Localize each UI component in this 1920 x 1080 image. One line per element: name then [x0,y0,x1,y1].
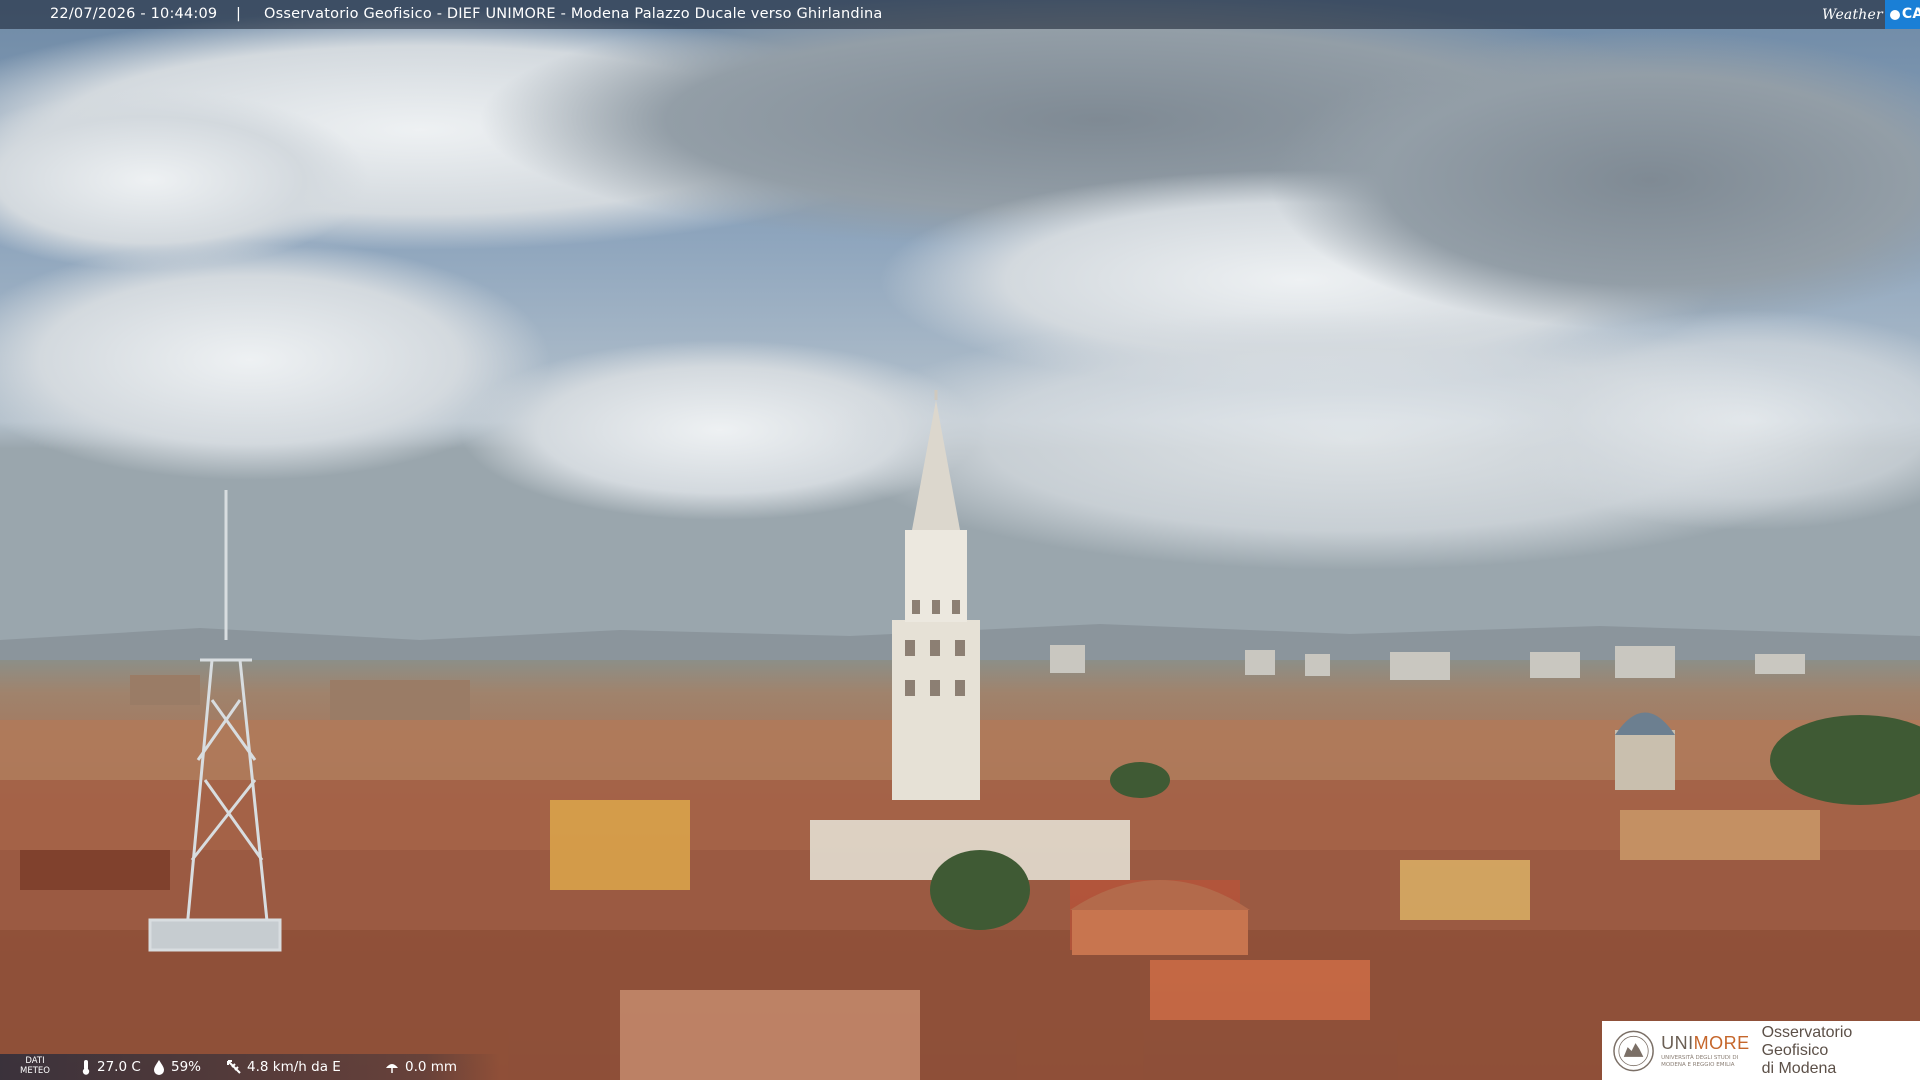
rain-icon [386,1064,398,1073]
wind-value: 4.8 km/h da E [247,1059,341,1075]
unimore-uni: UNI [1661,1033,1694,1053]
thermometer-icon [82,1060,90,1075]
unimore-logo-box: UNIMORE UNIVERSITÀ DEGLI STUDI DI MODENA… [1602,1021,1920,1080]
wind-reading: 4.8 km/h da E [226,1059,341,1075]
weathercam-logo: Weather CAM [1818,0,1920,29]
unimore-tagline-1: UNIVERSITÀ DEGLI STUDI DI [1661,1055,1739,1061]
weathercam-logo-weather: Weather [1822,6,1883,23]
university-seal-icon [1613,1030,1654,1071]
webcam-view [0,0,1920,1080]
meteo-label-line2: METEO [20,1066,50,1076]
header-separator: | [236,6,242,22]
meteo-bar: DATI METEO 27.0 C 59% 4.8 km/h da E 0.0 … [0,1054,500,1080]
unimore-more: MORE [1693,1033,1750,1053]
wind-icon [227,1060,241,1074]
unimore-wordmark: UNIMORE UNIVERSITÀ DEGLI STUDI DI MODENA… [1661,1033,1750,1068]
unimore-name: UNIMORE [1661,1033,1750,1054]
meteo-label-line1: DATI [25,1056,45,1066]
meteo-label: DATI METEO [12,1056,58,1076]
temperature-reading: 27.0 C [80,1059,141,1075]
observatory-name: Osservatorio Geofisico di Modena [1762,1024,1920,1078]
observatory-line-1: Osservatorio Geofisico [1761,1023,1853,1059]
weathercam-dot-icon [1889,9,1900,20]
observatory-line-2: di Modena [1761,1059,1837,1077]
humidity-value: 59% [171,1059,202,1075]
top-info-bar: 22/07/2026 - 10:44:09 | Osservatorio Geo… [0,0,1920,29]
humidity-icon [154,1060,164,1075]
humidity-reading: 59% [152,1059,201,1075]
dome-right [1615,712,1675,790]
unimore-tagline-2: MODENA E REGGIO EMILIA [1661,1062,1735,1068]
weathercam-logo-cam-text: CAM [1901,6,1920,22]
timestamp: 22/07/2026 - 10:44:09 [50,6,218,22]
temperature-value: 27.0 C [97,1059,141,1075]
rain-value: 0.0 mm [405,1059,458,1075]
rain-reading: 0.0 mm [384,1059,457,1075]
camera-title: Osservatorio Geofisico - DIEF UNIMORE - … [264,6,883,22]
weathercam-logo-cam: CAM [1884,0,1920,29]
